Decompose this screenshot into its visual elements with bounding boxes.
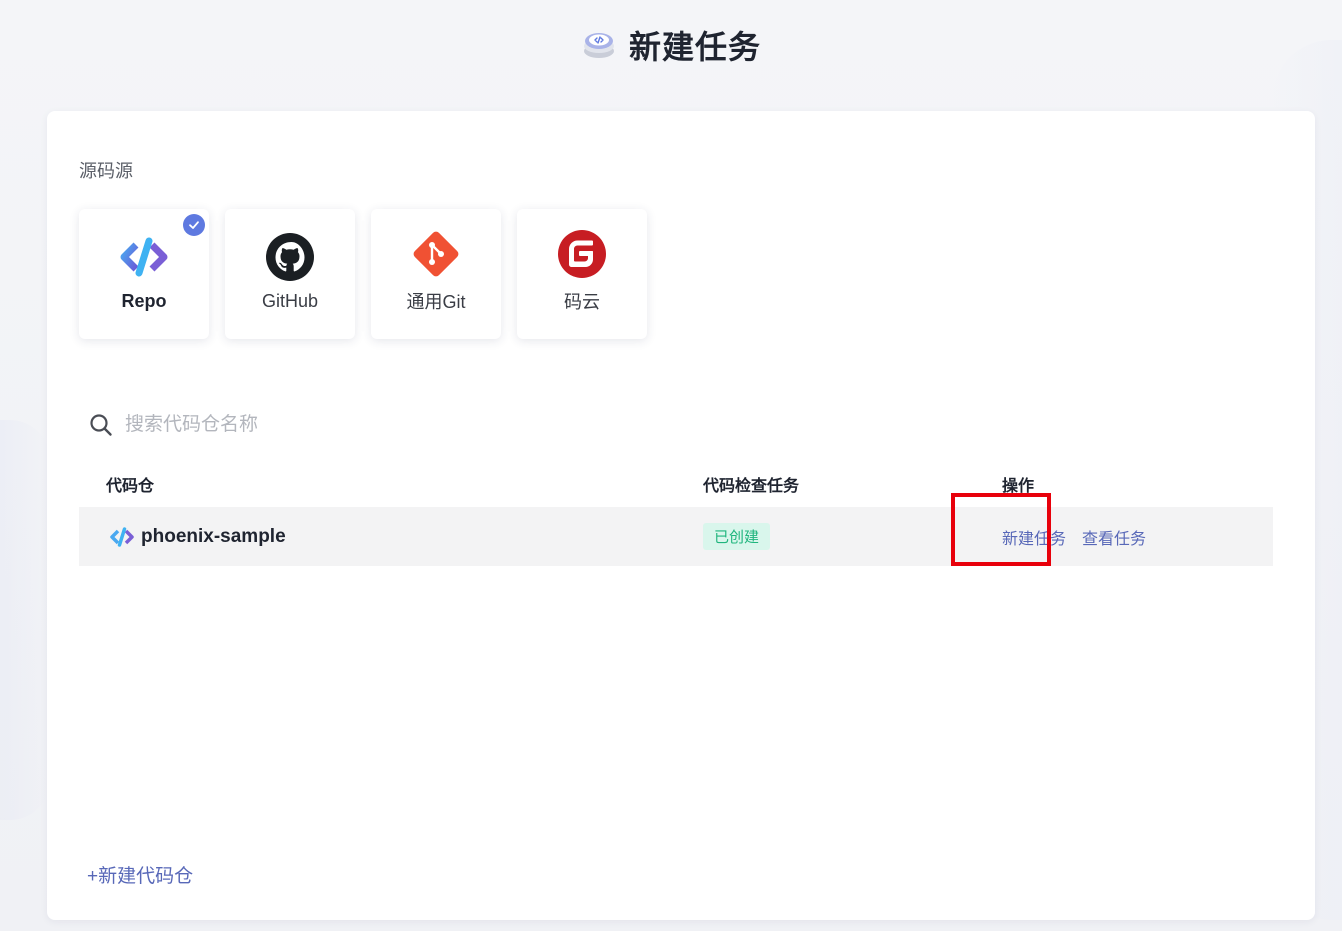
repo-icon (110, 526, 134, 547)
source-section-label: 源码源 (79, 161, 133, 181)
source-tile-github[interactable]: GitHub (225, 209, 355, 339)
column-header-repo: 代码仓 (106, 478, 155, 495)
column-header-task: 代码检查任务 (703, 478, 800, 495)
actions-cell: 新建任务 查看任务 (951, 492, 1273, 566)
add-repo-button[interactable]: +新建代码仓 (87, 861, 193, 888)
source-tile-gitee[interactable]: 码云 (517, 209, 647, 339)
search-icon (90, 414, 112, 436)
search-input[interactable] (123, 413, 527, 437)
source-tile-label: GitHub (261, 290, 319, 311)
source-tile-git[interactable]: 通用Git (371, 209, 501, 339)
repo-icon (120, 237, 168, 276)
page-header: 新建任务 (0, 22, 1342, 68)
repo-cell: phoenix-sample (79, 524, 676, 550)
gitee-icon (558, 230, 606, 278)
source-tile-repo[interactable]: Repo (79, 209, 209, 339)
source-tile-label: Repo (121, 290, 167, 311)
background-decoration-left (0, 420, 50, 820)
check-icon (183, 214, 205, 236)
column-header-actions: 操作 (1002, 478, 1035, 495)
view-task-link[interactable]: 查看任务 (1082, 525, 1146, 549)
table-row: phoenix-sample 已创建 新建任务 查看任务 (79, 492, 1273, 566)
new-task-link[interactable]: 新建任务 (1002, 525, 1066, 549)
git-icon (413, 231, 459, 277)
repo-name[interactable]: phoenix-sample (141, 526, 286, 548)
source-tile-label: 码云 (564, 292, 600, 312)
table-header: 代码仓 代码检查任务 操作 (79, 461, 1273, 507)
source-selector: Repo GitHub 通用Git 码云 (79, 209, 647, 339)
task-status-cell: 已创建 (676, 523, 975, 550)
search-bar (89, 413, 589, 437)
code-disc-icon (583, 33, 614, 58)
source-tile-label: 通用Git (406, 292, 466, 312)
github-icon (266, 232, 314, 281)
repo-table: 代码仓 代码检查任务 操作 phoenix-sample 已创建 新建任务 查看… (79, 461, 1273, 566)
main-card: 源码源 Repo GitHub 通用Git 码云 搜索代码仓名称 代码仓 代码检… (47, 111, 1315, 920)
status-badge: 已创建 (703, 523, 771, 550)
page-title: 新建任务 (628, 29, 761, 65)
